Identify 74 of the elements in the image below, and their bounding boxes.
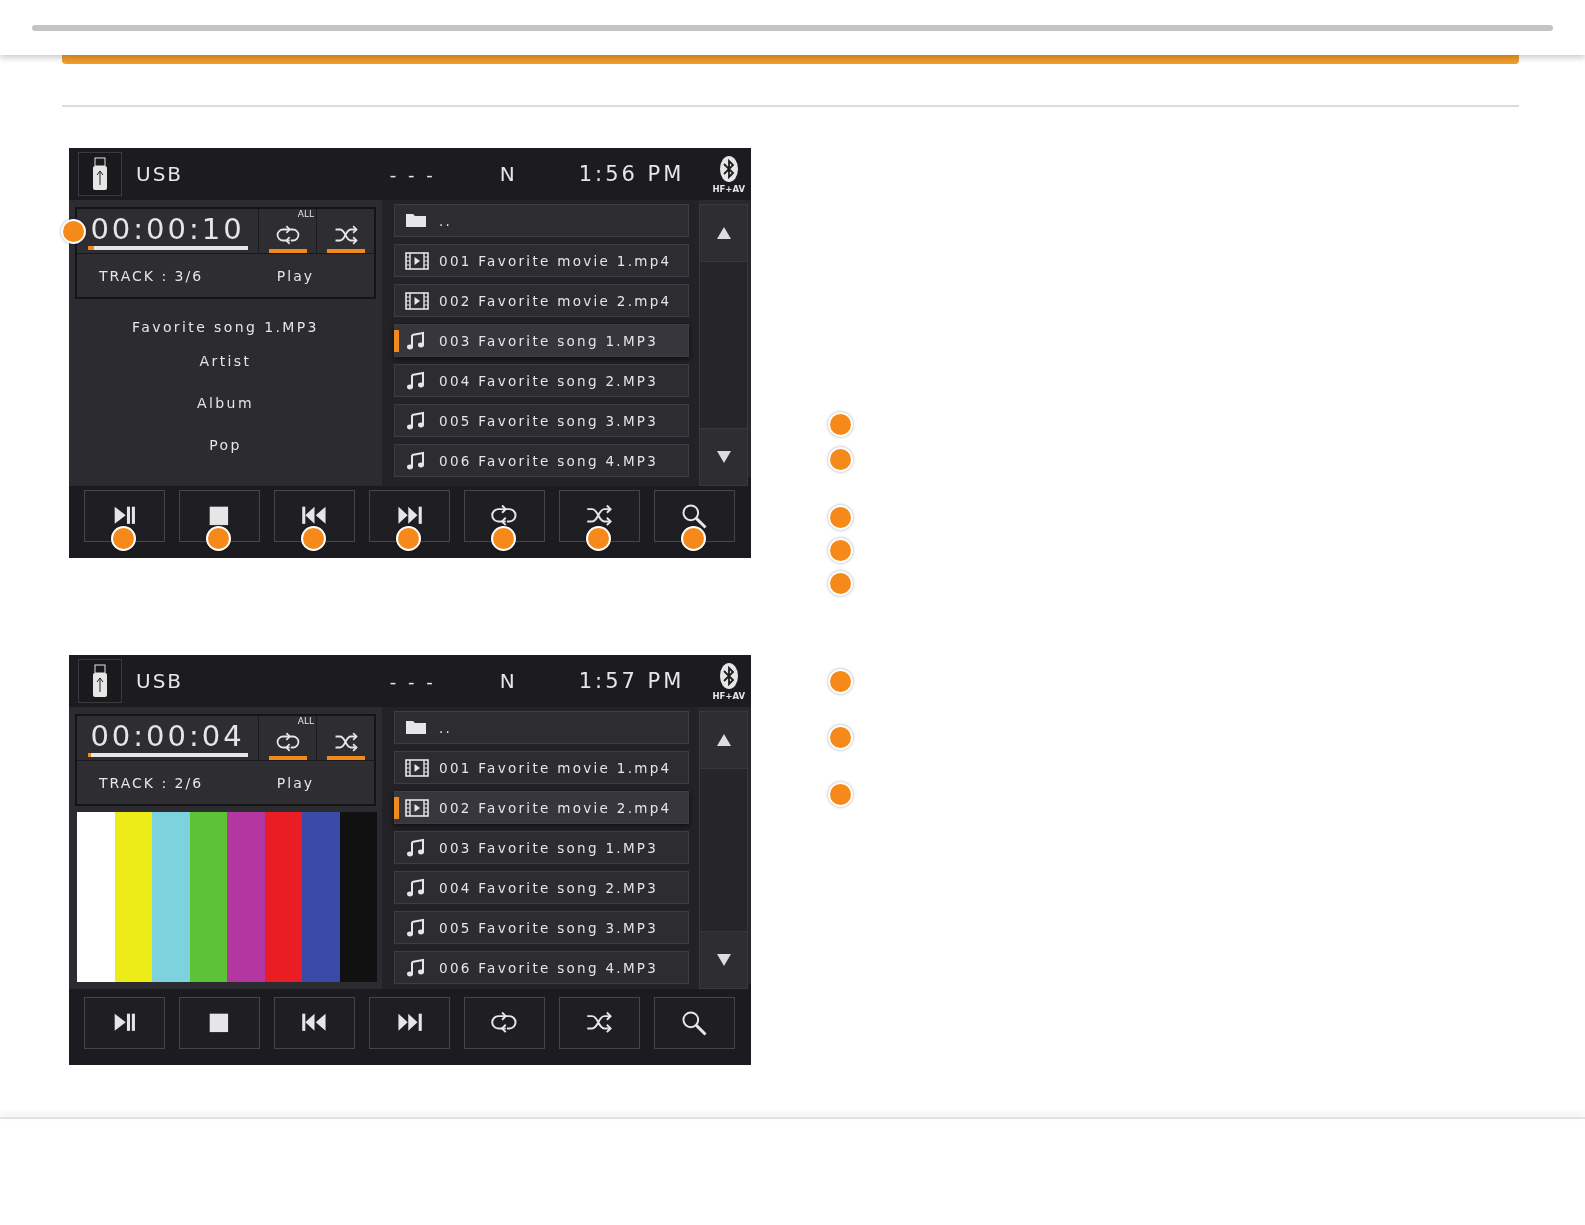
- file-list-item[interactable]: 006 Favorite song 4.MP3: [394, 951, 689, 984]
- file-list-item[interactable]: 006 Favorite song 4.MP3: [394, 444, 689, 477]
- callout-marker: [828, 538, 853, 563]
- status-text: - - -: [389, 163, 436, 185]
- bluetooth-icon: [718, 661, 739, 690]
- down-triangle-icon: [715, 953, 732, 967]
- callout-marker: [828, 412, 853, 437]
- usb-icon[interactable]: [78, 152, 122, 196]
- track-info-text: Pop: [209, 437, 242, 455]
- next-button[interactable]: [369, 997, 450, 1049]
- callout-marker: [828, 725, 853, 750]
- file-list-item[interactable]: 005 Favorite song 3.MP3: [394, 404, 689, 437]
- track-info-text: Artist: [199, 353, 252, 371]
- stop-button[interactable]: [179, 997, 260, 1049]
- playpause-button[interactable]: [84, 490, 165, 542]
- playback-state: Play: [276, 774, 314, 791]
- search-button[interactable]: [654, 997, 735, 1049]
- callout-marker: [828, 669, 853, 694]
- file-list-item[interactable]: 002 Favorite movie 2.mp4: [394, 284, 689, 317]
- track-counter: TRACK : 3/6: [99, 267, 204, 284]
- file-list-item[interactable]: 002 Favorite movie 2.mp4: [394, 791, 689, 824]
- playback-state: Play: [276, 267, 314, 284]
- movie-icon: [405, 797, 429, 818]
- track-counter: TRACK : 2/6: [99, 774, 204, 791]
- search-button[interactable]: [654, 490, 735, 542]
- file-list-item[interactable]: 001 Favorite movie 1.mp4: [394, 751, 689, 784]
- search-icon: [681, 1009, 708, 1037]
- prev-button[interactable]: [274, 997, 355, 1049]
- callout-marker: [828, 447, 853, 472]
- playpause-button[interactable]: [84, 997, 165, 1049]
- elapsed-time: 00:00:10: [90, 212, 245, 246]
- repeat-button[interactable]: [464, 997, 545, 1049]
- next-button[interactable]: [369, 490, 450, 542]
- prev-button[interactable]: [274, 490, 355, 542]
- file-list-item[interactable]: 004 Favorite song 2.MP3: [394, 871, 689, 904]
- file-list-item[interactable]: ..: [394, 204, 689, 237]
- file-list-item[interactable]: 003 Favorite song 1.MP3: [394, 831, 689, 864]
- clock-text: 1:57 PM: [578, 669, 685, 693]
- search-icon: [681, 502, 708, 530]
- track-info-text: Album: [197, 395, 254, 413]
- gear-indicator: N: [499, 669, 515, 693]
- bluetooth-label: HF+AV: [712, 183, 745, 194]
- bluetooth-label: HF+AV: [712, 690, 745, 701]
- track-info-text: Favorite song 1.MP3: [132, 319, 319, 337]
- file-list-item[interactable]: 004 Favorite song 2.MP3: [394, 364, 689, 397]
- up-triangle-icon: [715, 733, 732, 747]
- movie-icon: [405, 250, 429, 271]
- down-triangle-icon: [715, 450, 732, 464]
- source-label: USB: [136, 162, 184, 186]
- usb-icon[interactable]: [78, 659, 122, 703]
- bluetooth-icon: [718, 154, 739, 183]
- shuffle-button[interactable]: [559, 490, 640, 542]
- file-list-item[interactable]: 003 Favorite song 1.MP3: [394, 324, 689, 357]
- source-label: USB: [136, 669, 184, 693]
- up-triangle-icon: [715, 226, 732, 240]
- callout-marker: [828, 505, 853, 530]
- file-list-item[interactable]: 005 Favorite song 3.MP3: [394, 911, 689, 944]
- repeat-mode-label: ALL: [297, 209, 314, 219]
- gear-indicator: N: [499, 162, 515, 186]
- selection-marker: [394, 797, 399, 819]
- stop-button[interactable]: [179, 490, 260, 542]
- elapsed-time: 00:00:04: [90, 719, 245, 753]
- selection-marker: [394, 330, 399, 352]
- movie-icon: [405, 757, 429, 778]
- file-list-item[interactable]: ..: [394, 711, 689, 744]
- file-list-item[interactable]: 001 Favorite movie 1.mp4: [394, 244, 689, 277]
- clock-text: 1:56 PM: [578, 162, 685, 186]
- movie-icon: [405, 290, 429, 311]
- status-text: - - -: [389, 670, 436, 692]
- shuffle-button[interactable]: [559, 997, 640, 1049]
- repeat-mode-label: ALL: [297, 716, 314, 726]
- callout-marker: [828, 782, 853, 807]
- repeat-button[interactable]: [464, 490, 545, 542]
- callout-marker: [828, 571, 853, 596]
